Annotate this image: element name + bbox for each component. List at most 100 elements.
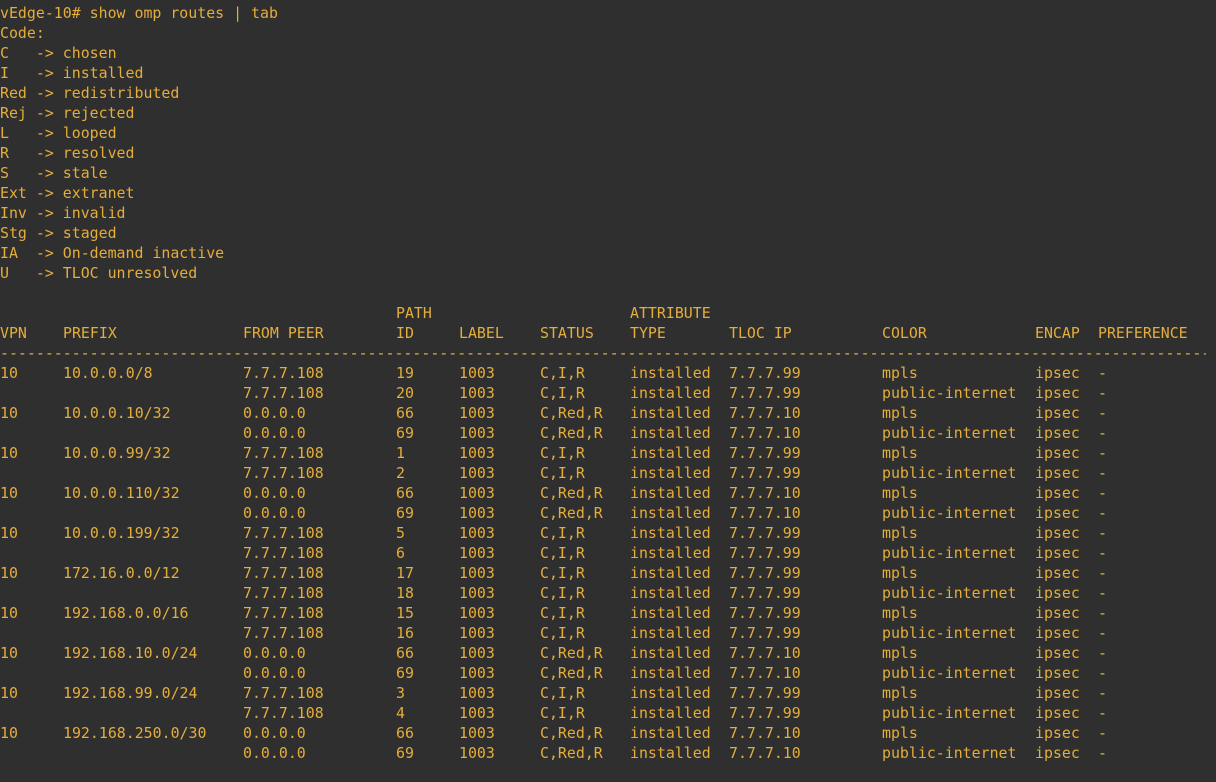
cell-encap: ipsec xyxy=(1035,644,1080,662)
cell-label: 1003 xyxy=(459,464,495,482)
cell-path: 15 xyxy=(396,604,414,622)
cell-color: mpls xyxy=(882,684,918,702)
code-legend-item: Red -> redistributed xyxy=(0,83,1216,103)
cell-status: C,Red,R xyxy=(540,644,603,662)
cell-path: 69 xyxy=(396,664,414,682)
cell-status: C,Red,R xyxy=(540,424,603,442)
cell-color: mpls xyxy=(882,724,918,742)
arrow: -> xyxy=(35,224,63,242)
table-row: 10 10.0.0.99/32 7.7.7.108 1 1003 C,I,R install… xyxy=(0,443,1216,463)
cell-peer: 0.0.0.0 xyxy=(243,724,306,742)
cell-prefix: 192.168.0.0/16 xyxy=(63,604,189,622)
cell-path: 3 xyxy=(396,684,405,702)
cell-path: 69 xyxy=(396,504,414,522)
cell-encap: ipsec xyxy=(1035,664,1080,682)
cell-status: C,Red,R xyxy=(540,504,603,522)
cell-pref: - xyxy=(1098,564,1107,582)
cell-pref: - xyxy=(1098,404,1107,422)
cell-attr: installed xyxy=(630,564,711,582)
cell-tloc: 7.7.7.99 xyxy=(729,564,801,582)
cell-label: 1003 xyxy=(459,744,495,762)
code-meaning: redistributed xyxy=(62,84,180,102)
code-legend-item: Stg -> staged xyxy=(0,223,1216,243)
cell-label: 1003 xyxy=(459,664,495,682)
arrow: -> xyxy=(35,44,63,62)
cell-encap: ipsec xyxy=(1035,604,1080,622)
cell-prefix: 10.0.0.110/32 xyxy=(63,484,180,502)
header-label: LABEL xyxy=(459,324,504,342)
cell-label: 1003 xyxy=(459,364,495,382)
header-path: PATH xyxy=(396,304,432,322)
cell-label: 1003 xyxy=(459,384,495,402)
cell-vpn: 10 xyxy=(0,484,18,502)
cell-status: C,Red,R xyxy=(540,484,603,502)
code-meaning: invalid xyxy=(62,204,126,222)
cell-encap: ipsec xyxy=(1035,684,1080,702)
cell-path: 19 xyxy=(396,364,414,382)
cell-pref: - xyxy=(1098,504,1107,522)
cell-path: 1 xyxy=(396,444,405,462)
cell-tloc: 7.7.7.10 xyxy=(729,724,801,742)
cell-pref: - xyxy=(1098,744,1107,762)
cell-status: C,Red,R xyxy=(540,744,603,762)
cell-attr: installed xyxy=(630,604,711,622)
cell-tloc: 7.7.7.10 xyxy=(729,744,801,762)
cell-tloc: 7.7.7.99 xyxy=(729,544,801,562)
cell-tloc: 7.7.7.99 xyxy=(729,444,801,462)
cell-peer: 0.0.0.0 xyxy=(243,664,306,682)
cell-encap: ipsec xyxy=(1035,724,1080,742)
cell-color: public-internet xyxy=(882,704,1017,722)
code-legend-item: R -> resolved xyxy=(0,143,1216,163)
cell-pref: - xyxy=(1098,684,1107,702)
cell-attr: installed xyxy=(630,744,711,762)
table-body: 10 10.0.0.0/8 7.7.7.108 19 1003 C,I,R installe… xyxy=(0,363,1216,763)
cell-attr: installed xyxy=(630,384,711,402)
cell-peer: 7.7.7.108 xyxy=(243,384,324,402)
cell-tloc: 7.7.7.99 xyxy=(729,584,801,602)
cell-attr: installed xyxy=(630,504,711,522)
cell-color: mpls xyxy=(882,524,918,542)
cell-pref: - xyxy=(1098,604,1107,622)
cell-attr: installed xyxy=(630,724,711,742)
cell-peer: 7.7.7.108 xyxy=(243,584,324,602)
code-meaning: staged xyxy=(62,224,117,242)
cell-encap: ipsec xyxy=(1035,624,1080,642)
code-meaning: installed xyxy=(62,64,144,82)
cell-pref: - xyxy=(1098,624,1107,642)
code-legend-item: S -> stale xyxy=(0,163,1216,183)
table-row: 10 172.16.0.0/12 7.7.7.108 17 1003 C,I,R insta… xyxy=(0,563,1216,583)
cell-pref: - xyxy=(1098,724,1107,742)
cell-tloc: 7.7.7.99 xyxy=(729,684,801,702)
cell-vpn: 10 xyxy=(0,404,18,422)
header-prefix: PREFIX xyxy=(63,324,117,342)
cell-color: public-internet xyxy=(882,584,1017,602)
cell-label: 1003 xyxy=(459,564,495,582)
cell-status: C,I,R xyxy=(540,704,585,722)
cell-peer: 7.7.7.108 xyxy=(243,684,324,702)
arrow: -> xyxy=(35,244,63,262)
cell-tloc: 7.7.7.99 xyxy=(729,524,801,542)
cell-attr: installed xyxy=(630,624,711,642)
cell-label: 1003 xyxy=(459,524,495,542)
cell-pref: - xyxy=(1098,364,1107,382)
code-meaning: chosen xyxy=(62,44,117,62)
cell-prefix: 10.0.0.10/32 xyxy=(63,404,171,422)
terminal-output[interactable]: vEdge-10# show omp routes | tab Code: C -… xyxy=(0,0,1216,763)
table-row: 0.0.0.0 69 1003 C,Red,R installed 7.7.7.10 pub… xyxy=(0,423,1216,443)
cell-label: 1003 xyxy=(459,584,495,602)
cell-status: C,I,R xyxy=(540,384,585,402)
table-row: 7.7.7.108 18 1003 C,I,R installed 7.7.7.99 pub… xyxy=(0,583,1216,603)
cell-label: 1003 xyxy=(459,644,495,662)
cell-encap: ipsec xyxy=(1035,484,1080,502)
cell-attr: installed xyxy=(630,464,711,482)
cell-status: C,I,R xyxy=(540,624,585,642)
cell-color: mpls xyxy=(882,604,918,622)
table-row: 0.0.0.0 69 1003 C,Red,R installed 7.7.7.10 pub… xyxy=(0,663,1216,683)
cell-status: C,Red,R xyxy=(540,724,603,742)
cell-encap: ipsec xyxy=(1035,504,1080,522)
cell-peer: 7.7.7.108 xyxy=(243,604,324,622)
cell-tloc: 7.7.7.10 xyxy=(729,504,801,522)
code-meaning: On-demand inactive xyxy=(62,244,225,262)
cell-attr: installed xyxy=(630,364,711,382)
cell-tloc: 7.7.7.99 xyxy=(729,464,801,482)
